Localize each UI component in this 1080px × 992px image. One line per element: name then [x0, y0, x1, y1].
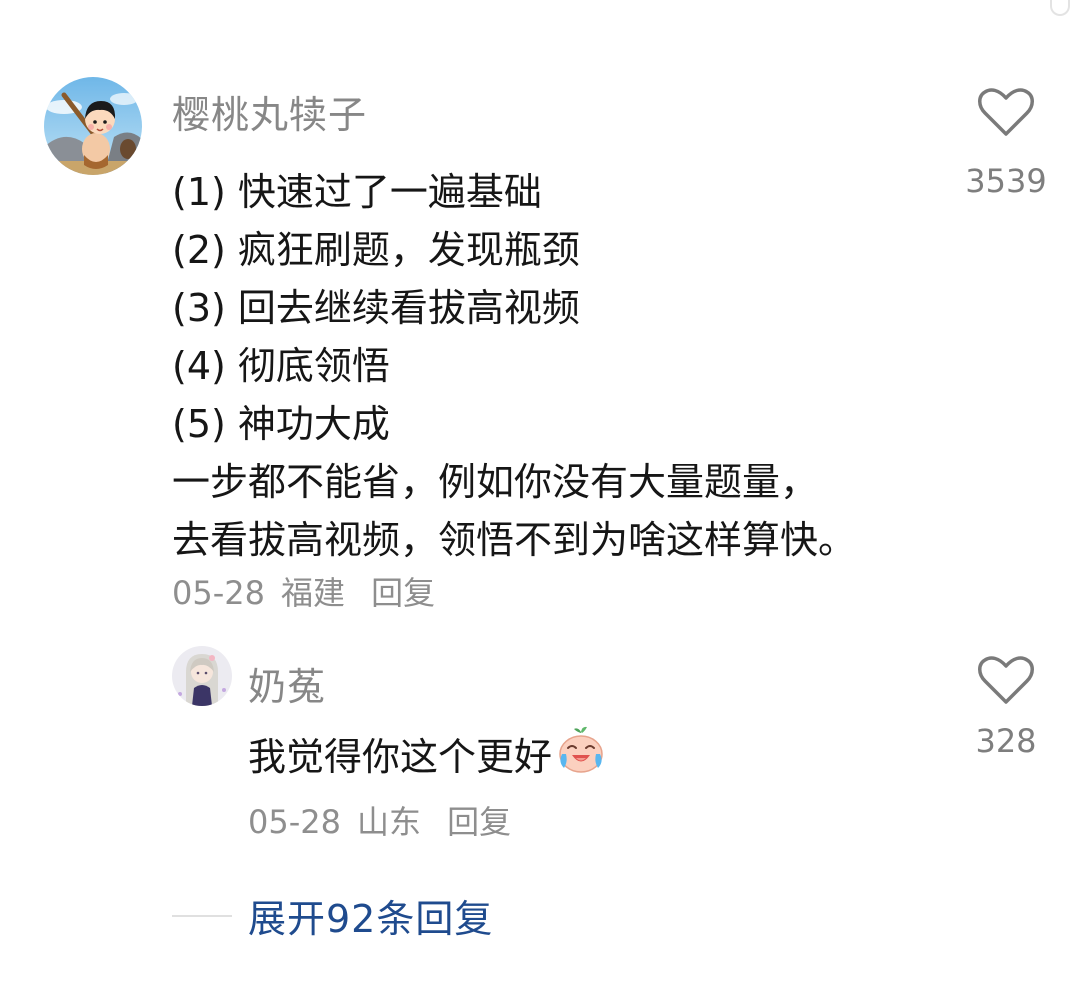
comment-text: (1) 快速过了一遍基础 (2) 疯狂刷题，发现瓶颈 (3) 回去继续看拔高视频…	[172, 163, 856, 569]
avatar-image	[44, 77, 142, 175]
heart-outline-icon	[978, 656, 1034, 704]
comment: 樱桃丸犊子 (1) 快速过了一遍基础 (2) 疯狂刷题，发现瓶颈 (3) 回去继…	[0, 0, 1080, 620]
reply-location: 山东	[356, 803, 421, 841]
like-button[interactable]: 328	[964, 656, 1048, 760]
reply-date: 05-28	[248, 803, 341, 841]
divider	[172, 914, 232, 917]
comment-location: 福建	[280, 574, 345, 612]
comment-line: 一步都不能省，例如你没有大量题量，	[172, 460, 819, 504]
like-count: 3539	[965, 162, 1047, 200]
avatar[interactable]	[44, 77, 142, 175]
expand-replies-label[interactable]: 展开92条回复	[248, 888, 493, 943]
avatar[interactable]	[172, 646, 232, 706]
reply-username[interactable]: 奶菟	[248, 656, 326, 711]
expand-replies-button[interactable]: 展开92条回复	[172, 888, 493, 943]
comment-username[interactable]: 樱桃丸犊子	[172, 84, 367, 139]
comment-line: (1) 快速过了一遍基础	[172, 170, 542, 214]
reply-meta: 05-28 山东 回复	[248, 797, 527, 843]
reply-text: 我觉得你这个更好	[248, 735, 553, 779]
like-count: 328	[975, 722, 1037, 760]
like-button[interactable]: 3539	[964, 88, 1048, 200]
comment-date: 05-28	[172, 574, 265, 612]
heart-outline-icon	[978, 88, 1034, 136]
comment-line: 去看拔高视频，领悟不到为啥这样算快。	[172, 518, 857, 562]
reply-button[interactable]: 回复	[447, 803, 511, 841]
comment-line: (2) 疯狂刷题，发现瓶颈	[172, 228, 580, 272]
comment-meta: 05-28 福建 回复	[172, 568, 451, 614]
avatar-image	[172, 646, 232, 706]
crying-laughing-emoji-icon	[554, 722, 608, 792]
comment-line: (3) 回去继续看拔高视频	[172, 286, 580, 330]
reply-text-row: 我觉得你这个更好	[248, 722, 608, 792]
comment-line: (4) 彻底领悟	[172, 344, 390, 388]
reply-button[interactable]: 回复	[371, 574, 435, 612]
comment-line: (5) 神功大成	[172, 402, 390, 446]
